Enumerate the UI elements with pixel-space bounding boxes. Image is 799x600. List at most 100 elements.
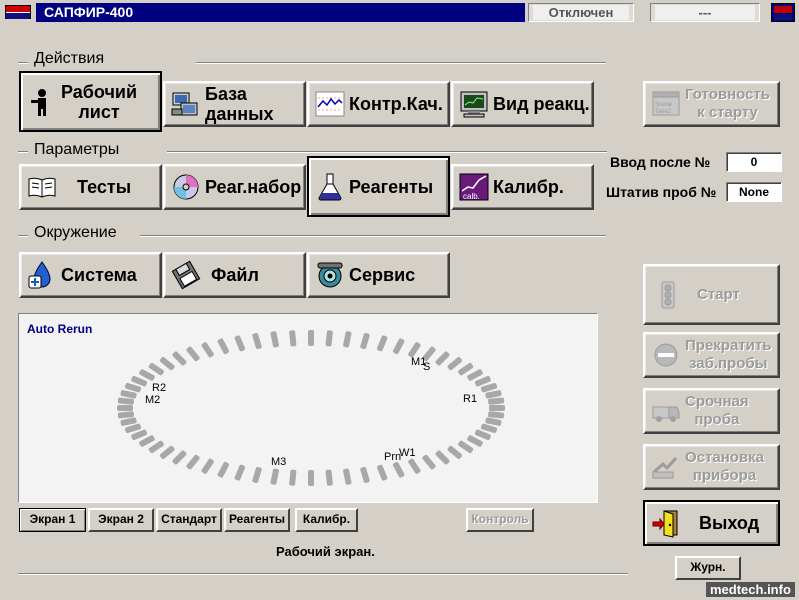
cuvette	[343, 331, 352, 348]
calibration-label: Калибр.	[493, 177, 564, 197]
reaction-ring	[117, 330, 505, 486]
tests-button[interactable]: Тесты	[19, 164, 162, 210]
cuvette	[360, 466, 370, 484]
position-label: Prn	[384, 451, 402, 463]
halt-label-1: Остановка	[685, 449, 764, 466]
system-button[interactable]: Система	[19, 252, 162, 298]
exit-label: Выход	[699, 513, 760, 533]
exit-door-icon	[652, 510, 678, 538]
stop-sampling-label-2: заб.пробы	[688, 355, 768, 372]
group-label-actions: Действия	[34, 50, 105, 67]
halt-instrument-button[interactable]: Остановка прибора	[643, 444, 780, 490]
gear-icon	[317, 262, 343, 288]
worksheet-label-1: Рабочий	[61, 81, 138, 102]
control-button[interactable]: Контроль	[466, 508, 534, 532]
file-label: Файл	[211, 265, 259, 285]
ambulance-icon	[652, 406, 680, 422]
service-button[interactable]: Сервис	[307, 252, 450, 298]
tab-screen-1[interactable]: Экран 1	[19, 508, 86, 532]
start-label: Старт	[697, 285, 740, 303]
divider	[18, 151, 28, 153]
chart-icon	[315, 91, 345, 117]
rotor-panel: Auto Rerun M1 S R1 R2 M2 M3 W1 Prn	[18, 313, 598, 503]
cuvette	[325, 469, 333, 486]
cuvette	[270, 331, 279, 348]
cuvette	[186, 346, 200, 362]
tab-screen-2[interactable]: Экран 2	[88, 508, 154, 532]
cuvette	[422, 454, 436, 470]
database-icon	[171, 92, 198, 116]
tab-standard[interactable]: Стандарт	[156, 508, 222, 532]
secondary-status: ---	[650, 3, 760, 22]
cuvette	[234, 464, 246, 481]
rack-field[interactable]: None	[726, 182, 782, 202]
cuvette	[289, 330, 297, 347]
qc-button[interactable]: Контр.Кач.	[307, 81, 450, 127]
divider	[18, 235, 28, 237]
svg-text:calb.: calb.	[463, 192, 480, 201]
cuvette	[186, 454, 200, 470]
reagents-button[interactable]: Реагенты	[307, 156, 450, 217]
exit-button[interactable]: Выход	[643, 500, 780, 546]
tab-calibration[interactable]: Калибр.	[295, 508, 358, 532]
tab-reagents[interactable]: Реагенты	[224, 508, 290, 532]
database-label-2: данных	[205, 104, 274, 124]
reagent-set-label: Реаг.набор	[205, 177, 302, 197]
worker-icon	[31, 88, 46, 116]
group-label-parameters: Параметры	[34, 141, 120, 158]
disc-icon	[173, 174, 199, 200]
ready-label-1: Готовность	[685, 86, 771, 103]
system-menu-icon[interactable]	[5, 5, 31, 19]
database-button[interactable]: База данных	[163, 81, 306, 127]
stop-sampling-button[interactable]: Прекратить заб.пробы	[643, 332, 780, 378]
ready-to-start-button[interactable]: Scene Take2 Готовность к старту	[643, 81, 780, 127]
cuvette	[392, 338, 405, 355]
group-label-environment: Окружение	[34, 224, 117, 241]
divider	[18, 62, 28, 64]
svg-text:Take2: Take2	[655, 109, 672, 115]
cuvette	[217, 338, 230, 355]
worksheet-label-2: лист	[78, 101, 120, 122]
cuvette	[252, 466, 262, 484]
journal-button[interactable]: Журн.	[675, 556, 741, 580]
cuvette	[159, 445, 175, 459]
urgent-label-2: проба	[694, 411, 740, 428]
clapperboard-icon: Scene Take2	[652, 91, 680, 116]
no-entry-icon	[654, 343, 678, 367]
halt-label-2: прибора	[692, 467, 757, 484]
flask-icon	[318, 173, 342, 200]
book-icon	[28, 177, 56, 198]
position-label: M3	[271, 456, 287, 468]
cuvette	[360, 332, 370, 350]
urgent-sample-button[interactable]: Срочная проба	[643, 388, 780, 434]
cuvette	[435, 450, 450, 465]
file-button[interactable]: Файл	[163, 252, 306, 298]
reagents-label: Реагенты	[349, 176, 434, 197]
floppy-icon	[171, 260, 201, 290]
stop-sampling-label-1: Прекратить	[685, 337, 772, 354]
svg-text:Scene: Scene	[655, 102, 673, 108]
tests-label: Тесты	[77, 177, 132, 197]
window-control-icon[interactable]	[771, 3, 795, 22]
cuvette-ring	[117, 330, 505, 486]
cuvette	[408, 458, 421, 474]
worksheet-button[interactable]: Рабочий лист	[19, 71, 162, 132]
system-label: Система	[61, 265, 137, 285]
position-label: S	[423, 361, 431, 373]
position-label: W1	[399, 447, 416, 459]
cuvette	[489, 405, 505, 411]
cuvette	[376, 464, 388, 481]
reaction-view-label: Вид реакц.	[493, 94, 590, 114]
ready-label-2: к старту	[697, 104, 758, 121]
drop-plus-icon	[28, 261, 51, 289]
divider	[167, 151, 607, 153]
reaction-view-button[interactable]: Вид реакц.	[451, 81, 594, 127]
reagent-set-button[interactable]: Реаг.набор	[163, 164, 306, 210]
cuvette	[172, 450, 187, 465]
input-after-field[interactable]: 0	[726, 152, 782, 172]
calibration-button[interactable]: calb. Калибр.	[451, 164, 594, 210]
start-button[interactable]: Старт	[643, 264, 780, 325]
cuvette	[435, 351, 450, 366]
traffic-light-icon	[661, 281, 675, 308]
cuvette	[325, 330, 333, 347]
